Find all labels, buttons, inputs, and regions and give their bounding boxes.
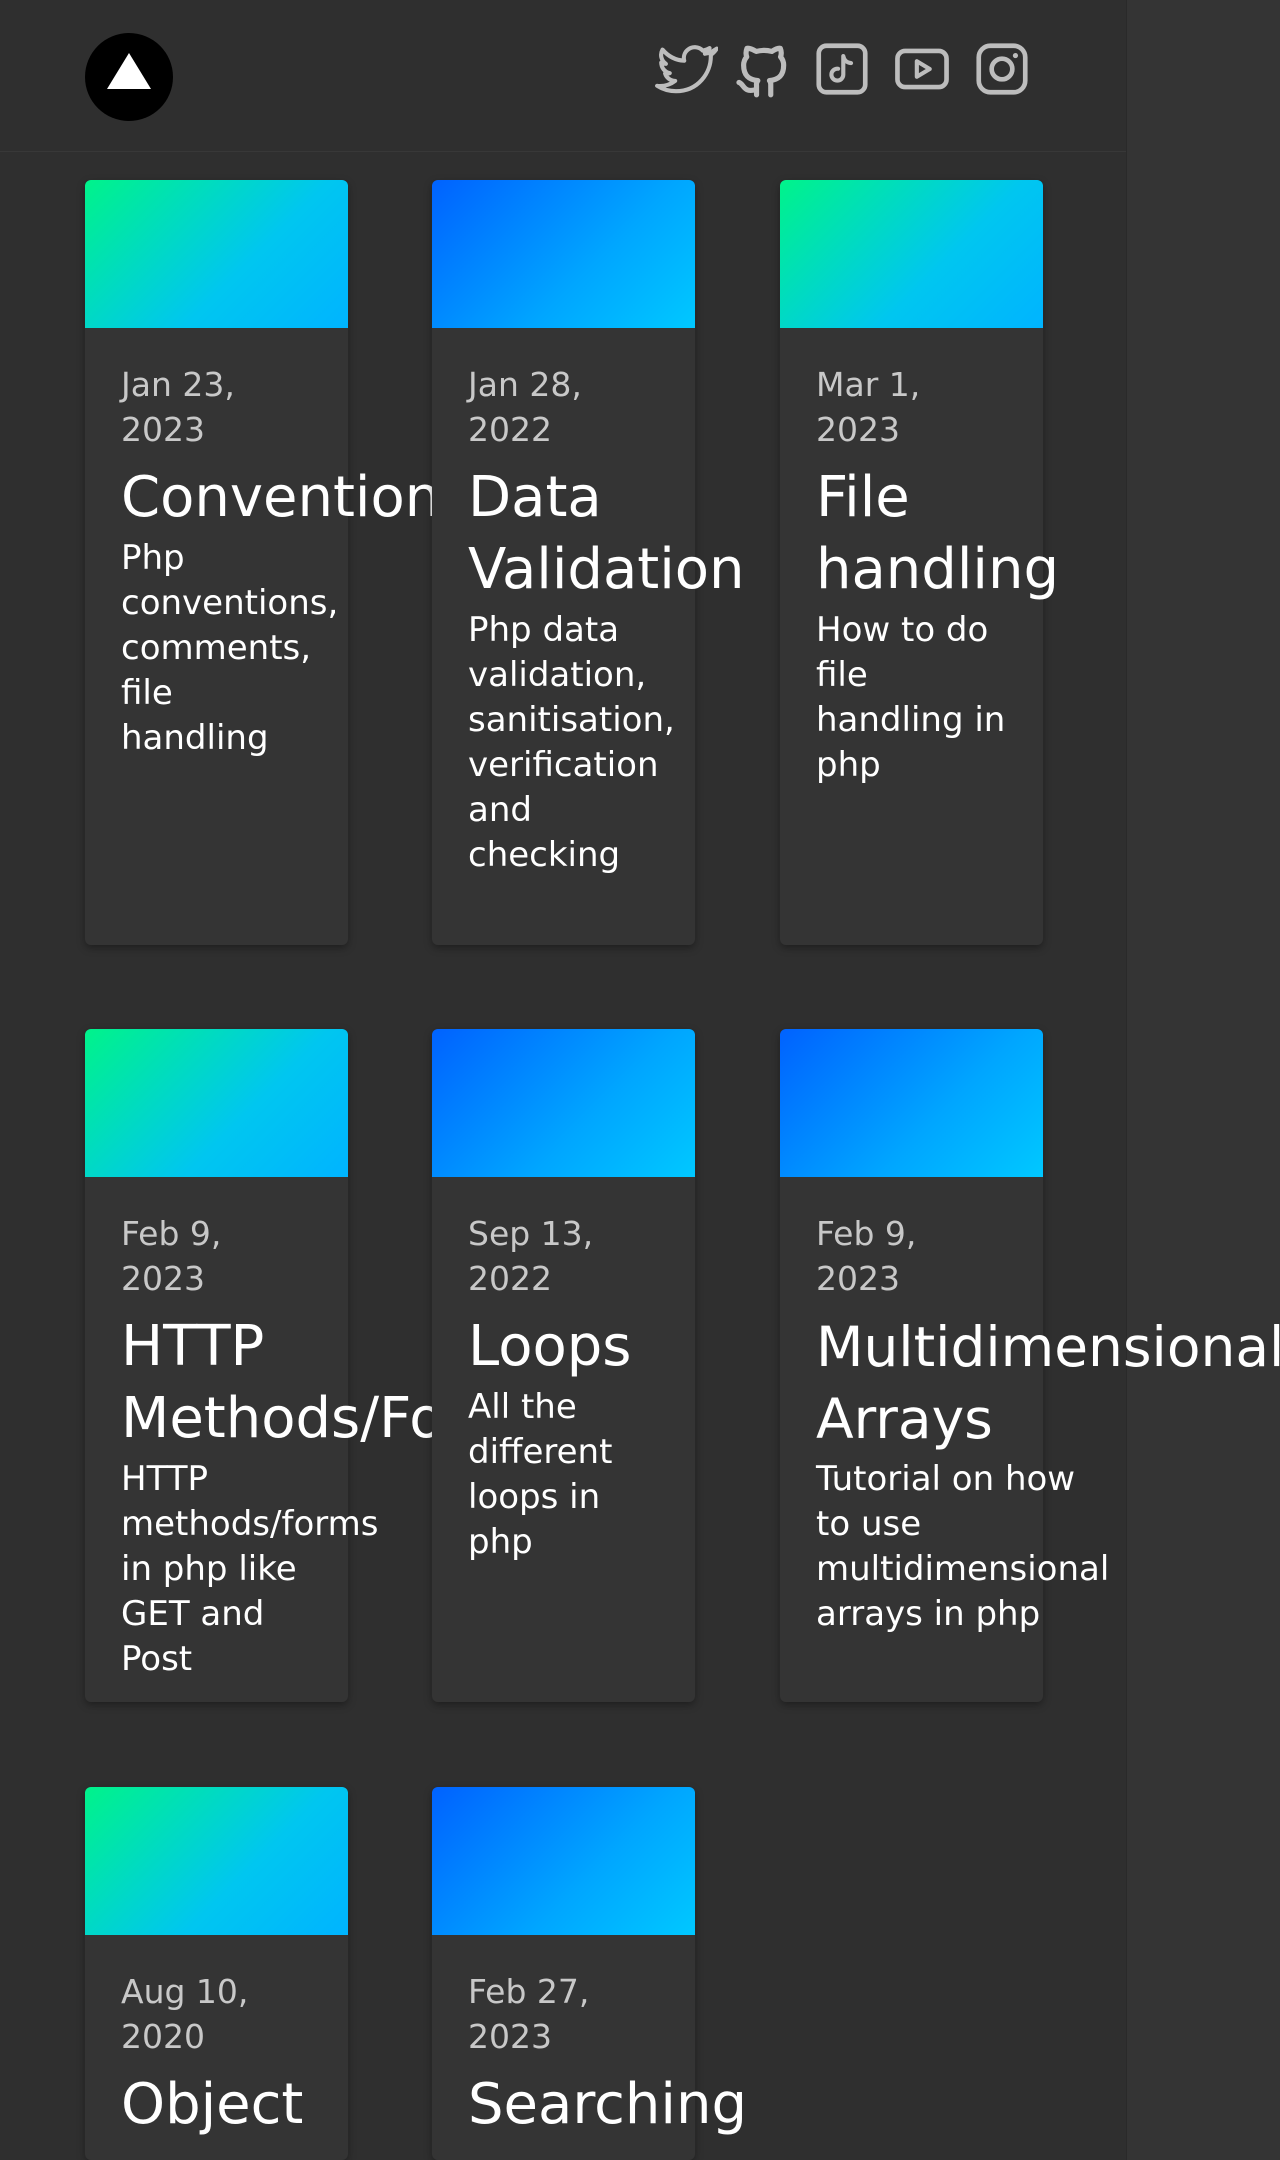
triangle-logo-icon bbox=[107, 53, 151, 89]
post-card[interactable]: Feb 9, 2023 Multidimensional Arrays Tuto… bbox=[780, 1029, 1280, 1702]
card-thumbnail bbox=[780, 180, 1043, 328]
card-description: Tutorial on how to use multidimensional … bbox=[816, 1459, 1110, 1634]
post-card[interactable]: Jan 28, 2022 Data Validation Php data va… bbox=[432, 180, 745, 945]
card-date: Aug 10, 2020 bbox=[121, 1972, 249, 2056]
card-description: Php conventions, comments, file handling bbox=[121, 538, 339, 758]
right-panel bbox=[1126, 0, 1280, 2160]
post-card[interactable]: Feb 9, 2023 HTTP Methods/Forms HTTP meth… bbox=[85, 1029, 549, 1702]
card-title[interactable]: Multidimensional Arrays bbox=[816, 1311, 1280, 1455]
card-description: HTTP methods/forms in php like GET and P… bbox=[121, 1459, 379, 1679]
tiktok-link[interactable] bbox=[809, 38, 875, 100]
card-title[interactable]: File handling bbox=[816, 462, 1066, 606]
site-header bbox=[0, 0, 1126, 152]
tiktok-icon bbox=[816, 43, 868, 95]
card-thumbnail bbox=[780, 1029, 1043, 1177]
twitter-link[interactable] bbox=[652, 38, 718, 100]
card-description: All the different loops in php bbox=[468, 1387, 613, 1562]
home-logo-button[interactable] bbox=[85, 33, 173, 121]
card-thumbnail bbox=[432, 1787, 695, 1935]
card-date: Jan 23, 2023 bbox=[121, 365, 235, 449]
github-icon bbox=[736, 45, 787, 98]
post-card[interactable]: Aug 10, 2020 Object bbox=[85, 1787, 348, 2160]
card-date: Jan 28, 2022 bbox=[468, 365, 582, 449]
card-thumbnail bbox=[432, 180, 695, 328]
youtube-link[interactable] bbox=[889, 38, 955, 100]
card-date: Sep 13, 2022 bbox=[468, 1214, 594, 1298]
post-card[interactable]: Jan 23, 2023 Conventions Php conventions… bbox=[85, 180, 469, 945]
card-thumbnail bbox=[85, 1029, 348, 1177]
card-title[interactable]: Conventions bbox=[121, 462, 469, 534]
post-card[interactable]: Sep 13, 2022 Loops All the different loo… bbox=[432, 1029, 695, 1702]
card-description: Php data validation, sanitisation, verif… bbox=[468, 610, 675, 875]
card-thumbnail bbox=[432, 1029, 695, 1177]
card-title[interactable]: Loops bbox=[468, 1311, 659, 1383]
page: Jan 23, 2023 Conventions Php conventions… bbox=[0, 0, 1280, 2160]
github-link[interactable] bbox=[730, 38, 796, 100]
post-card[interactable]: Mar 1, 2023 File handling How to do file… bbox=[780, 180, 1059, 945]
instagram-icon bbox=[976, 43, 1028, 95]
card-title[interactable]: Data Validation bbox=[468, 462, 768, 606]
card-description: How to do file handling in php bbox=[816, 610, 1006, 785]
card-date: Feb 27, 2023 bbox=[468, 1972, 590, 2056]
card-date: Mar 1, 2023 bbox=[816, 365, 921, 449]
card-date: Feb 9, 2023 bbox=[816, 1214, 917, 1298]
card-date: Feb 9, 2023 bbox=[121, 1214, 222, 1298]
card-title[interactable]: Object bbox=[121, 2069, 312, 2141]
card-thumbnail bbox=[85, 1787, 348, 1935]
youtube-icon bbox=[895, 48, 949, 90]
card-title[interactable]: Searching bbox=[468, 2069, 747, 2141]
card-thumbnail bbox=[85, 180, 348, 328]
twitter-icon bbox=[655, 45, 718, 94]
post-card[interactable]: Feb 27, 2023 Searching bbox=[432, 1787, 747, 2160]
instagram-link[interactable] bbox=[969, 38, 1035, 100]
